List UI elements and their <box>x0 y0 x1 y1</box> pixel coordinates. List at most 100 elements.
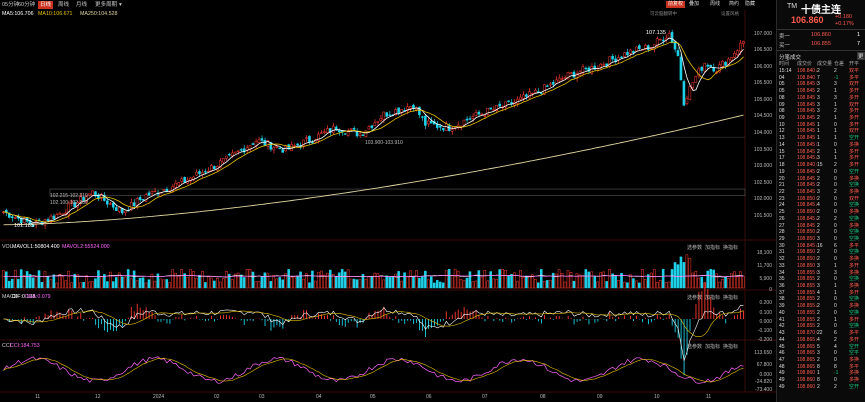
cci-add-indicator-button[interactable]: 加指标 <box>705 343 720 350</box>
candle-body <box>358 133 362 137</box>
tab-60min[interactable]: 60分钟 <box>16 1 37 9</box>
tick-time: 44 <box>779 336 785 343</box>
candle-body <box>370 125 374 128</box>
tick-price: 108.865 <box>797 350 816 357</box>
cci-select-params-button[interactable]: 选参数 <box>687 343 702 350</box>
ticks-more-button[interactable]: 更 <box>857 52 865 60</box>
volume-bar <box>16 278 20 289</box>
tick-price: 108.870↑ <box>797 330 818 337</box>
tick-volume: 2 <box>817 68 820 74</box>
tab-daily[interactable]: 日线 <box>38 1 54 9</box>
tick-open-close: 多换 <box>849 283 860 290</box>
tick-volume: 3 <box>817 81 820 88</box>
vol-select-params-button[interactable]: 选参数 <box>687 244 702 251</box>
weekly-button[interactable]: 周线 <box>710 1 720 8</box>
volume-bar <box>242 277 246 289</box>
cci-tick: 113.650 <box>754 350 772 356</box>
tab-weekly[interactable]: 周线 <box>56 1 71 9</box>
candle-body <box>528 91 531 99</box>
volume-bar <box>352 278 356 289</box>
tick-price: 108.845 <box>797 101 816 108</box>
vol-add-indicator-button[interactable]: 加指标 <box>705 244 720 251</box>
tick-oi-change: -1 <box>834 370 839 377</box>
tick-row: 49 108.860 2 2 空开 <box>777 384 865 391</box>
candle-body <box>195 171 198 176</box>
candle-body <box>46 219 50 222</box>
tick-time: 48 <box>779 363 785 370</box>
vol-switch-indicator-button[interactable]: 换指标 <box>723 244 738 251</box>
candle-body <box>424 115 427 126</box>
overlay-button[interactable]: 疊加 <box>689 1 699 8</box>
tick-oi-change: 2 <box>834 162 837 169</box>
trading-app: 05分钟 60分钟 日线 周线 月线 更多周期 ▾ 前复权 疊加 周线 简约 隐… <box>0 0 865 402</box>
cci-tick: 0.000 <box>759 372 772 378</box>
box-upper-label: 102.215-102.310 <box>50 193 88 199</box>
tick-row: 47 108.865 2 0 多换 <box>777 357 865 364</box>
ma5-label: MA5:106.706 <box>2 11 34 17</box>
tick-row: 29 108.850 3 0 空换 <box>777 236 865 243</box>
volume-bar <box>391 276 394 289</box>
macd-switch-indicator-button[interactable]: 换指标 <box>723 294 738 301</box>
macd-tick: -0.200 <box>757 337 772 343</box>
tick-price: 108.845↓ <box>797 242 818 249</box>
macd-select-params-button[interactable]: 选参数 <box>687 294 702 301</box>
tick-time: 32 <box>779 256 785 263</box>
settings-style-link[interactable]: 设置风格 <box>721 11 739 17</box>
candle-body <box>724 61 727 66</box>
candle-body <box>682 81 686 106</box>
candle-body <box>736 50 739 56</box>
tick-volume: 2 <box>817 148 820 155</box>
tick-row: 49 108.860 8 0 多换 <box>777 377 865 384</box>
tick-volume: 2 <box>817 209 820 216</box>
tick-volume: 1 <box>817 135 820 142</box>
cci-switch-indicator-button[interactable]: 换指标 <box>723 343 738 350</box>
bid-price: 106.855 <box>811 41 831 47</box>
candle-body <box>233 151 237 154</box>
tick-price: 108.865 <box>797 363 816 370</box>
tick-price: 108.840↓ <box>797 68 818 74</box>
candle-body <box>361 134 365 136</box>
tick-time: 29 <box>779 236 785 242</box>
tick-row: 08 108.845 3 3 多开 <box>777 95 865 102</box>
candle-body <box>584 67 588 70</box>
volume-bar <box>82 281 85 289</box>
tick-volume: 2 <box>817 323 820 330</box>
candle-body <box>263 139 267 146</box>
tick-time: 13 <box>779 135 785 142</box>
divider <box>777 29 865 30</box>
cci-tick: 67.800 <box>756 362 772 368</box>
forward-adjust-button[interactable]: 前复权 <box>666 1 686 8</box>
tick-oi-change: 6 <box>834 242 837 249</box>
candle-body <box>132 202 136 207</box>
tab-monthly[interactable]: 月线 <box>74 1 89 9</box>
tick-volume: 2 <box>817 249 820 256</box>
tick-time: 47 <box>779 356 785 363</box>
simple-button[interactable]: 简约 <box>729 1 739 8</box>
tick-row: 05 108.845 2 1 多开 <box>777 88 865 95</box>
tab-more-periods[interactable]: 更多周期 <box>93 1 119 9</box>
col-open-close: 开平 <box>849 61 860 67</box>
macd-add-indicator-button[interactable]: 加指标 <box>705 294 720 301</box>
tick-price: 108.845 <box>797 115 816 122</box>
price-tick: 106.000 <box>753 64 772 70</box>
tick-time: 15 <box>779 148 785 155</box>
tick-oi-change: 4 <box>834 343 837 350</box>
volume-bar <box>709 268 712 289</box>
tick-time: 12 <box>779 128 785 135</box>
volume-bar <box>441 282 445 289</box>
candle-body <box>221 158 225 163</box>
tick-open-close: 空换 <box>849 236 860 242</box>
candle-body <box>138 197 142 201</box>
tick-volume: 2 <box>817 316 820 323</box>
hide-button[interactable]: 隐藏 <box>745 1 755 8</box>
volume-bar <box>5 271 8 289</box>
quote-price: 106.860 <box>791 15 824 25</box>
chevron-down-icon[interactable]: ▾ <box>117 1 124 9</box>
candle-body <box>385 112 389 117</box>
cci-tick: -24.820 <box>755 379 772 385</box>
volume-bar <box>498 269 501 289</box>
tick-price: 108.850 <box>797 262 816 269</box>
tick-volume: 8 <box>817 363 820 370</box>
tick-oi-change: 1 <box>834 262 837 269</box>
tick-oi-change: 0 <box>834 356 837 363</box>
